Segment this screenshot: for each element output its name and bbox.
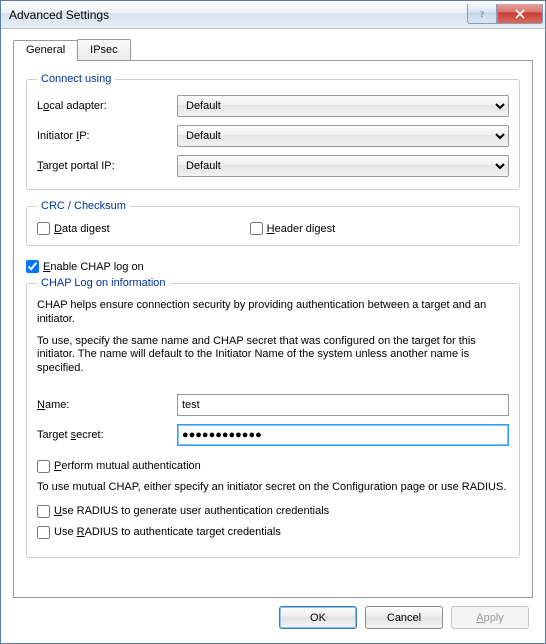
target-portal-ip-select[interactable]: Default	[177, 155, 509, 177]
enable-chap-checkbox-label[interactable]: Enable CHAP log on	[26, 260, 144, 273]
radius-generate-checkbox-label[interactable]: Use RADIUS to generate user authenticati…	[37, 505, 329, 518]
close-icon	[514, 8, 526, 20]
radius-auth-text: Use RADIUS to authenticate target creden…	[54, 526, 281, 538]
group-connect-using-legend: Connect using	[37, 73, 115, 85]
group-connect-using: Connect using Local adapter: Default Ini…	[26, 73, 520, 190]
data-digest-text: Data digest	[54, 223, 110, 235]
titlebar: Advanced Settings ?	[1, 1, 545, 29]
header-digest-checkbox-label[interactable]: Header digest	[250, 222, 336, 235]
radius-generate-text: Use RADIUS to generate user authenticati…	[54, 505, 329, 517]
help-button[interactable]: ?	[467, 4, 497, 24]
help-icon: ?	[476, 8, 488, 20]
tabpage-general: Connect using Local adapter: Default Ini…	[13, 60, 533, 598]
client-area: General IPsec Connect using Local adapte…	[1, 29, 545, 643]
mutual-auth-checkbox-label[interactable]: Perform mutual authentication	[37, 460, 201, 473]
cancel-button[interactable]: Cancel	[365, 606, 443, 629]
initiator-ip-label: Initiator IP:	[37, 130, 177, 142]
local-adapter-label: Local adapter:	[37, 100, 177, 112]
radius-auth-checkbox-label[interactable]: Use RADIUS to authenticate target creden…	[37, 526, 281, 539]
group-chap-info: CHAP Log on information CHAP helps ensur…	[26, 277, 520, 558]
chap-secret-input[interactable]	[177, 424, 509, 446]
close-button[interactable]	[497, 4, 543, 24]
group-crc: CRC / Checksum Data digest Header digest	[26, 200, 520, 246]
tab-ipsec[interactable]: IPsec	[77, 39, 131, 60]
chap-info-2: To use, specify the same name and CHAP s…	[37, 335, 509, 376]
tabstrip: General IPsec	[13, 39, 533, 60]
radius-auth-checkbox[interactable]	[37, 526, 50, 539]
svg-text:?: ?	[480, 10, 484, 19]
group-chap-info-legend: CHAP Log on information	[37, 277, 170, 289]
local-adapter-select[interactable]: Default	[177, 95, 509, 117]
radius-generate-checkbox[interactable]	[37, 505, 50, 518]
mutual-auth-text: Perform mutual authentication	[54, 460, 201, 472]
chap-info-1: CHAP helps ensure connection security by…	[37, 299, 509, 327]
apply-button[interactable]: Apply	[451, 606, 529, 629]
chap-name-label: Name:	[37, 399, 177, 411]
header-digest-checkbox[interactable]	[250, 222, 263, 235]
button-bar: OK Cancel Apply	[13, 598, 533, 633]
enable-chap-text: Enable CHAP log on	[43, 261, 144, 273]
data-digest-checkbox-label[interactable]: Data digest	[37, 222, 110, 235]
tab-general[interactable]: General	[13, 40, 78, 61]
window-title: Advanced Settings	[9, 8, 467, 22]
enable-chap-checkbox[interactable]	[26, 260, 39, 273]
data-digest-checkbox[interactable]	[37, 222, 50, 235]
header-digest-text: Header digest	[267, 223, 336, 235]
mutual-auth-info: To use mutual CHAP, either specify an in…	[37, 481, 509, 495]
chap-name-input[interactable]	[177, 394, 509, 416]
group-crc-legend: CRC / Checksum	[37, 200, 130, 212]
initiator-ip-select[interactable]: Default	[177, 125, 509, 147]
chap-secret-label: Target secret:	[37, 429, 177, 441]
mutual-auth-checkbox[interactable]	[37, 460, 50, 473]
target-portal-ip-label: Target portal IP:	[37, 160, 177, 172]
ok-button[interactable]: OK	[279, 606, 357, 629]
